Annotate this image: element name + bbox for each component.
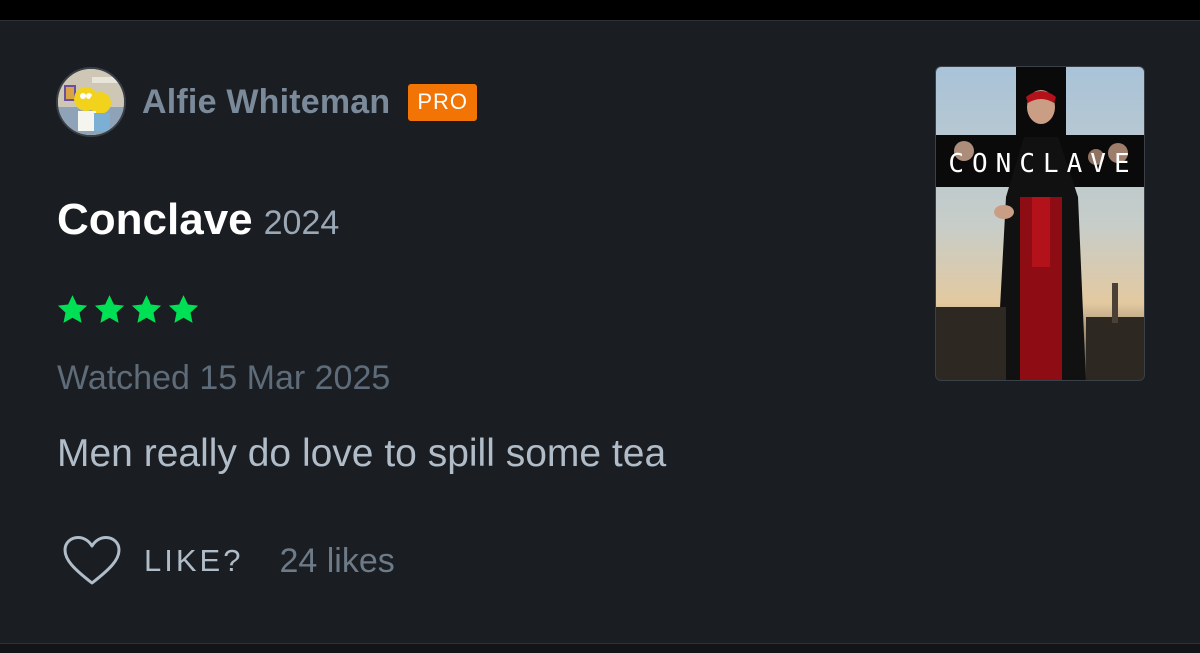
author-row: Alfie Whiteman PRO [56,67,478,137]
star-icon [94,295,125,323]
avatar[interactable] [56,67,126,137]
like-button[interactable]: LIKE? [144,543,243,579]
film-poster[interactable]: CONCLAVE [935,66,1145,381]
star-icon [57,295,88,323]
author-name[interactable]: Alfie Whiteman [142,83,390,122]
like-row: LIKE? 24 likes [62,535,395,587]
pro-badge: PRO [408,83,478,121]
star-icon [131,295,162,323]
likes-count[interactable]: 24 likes [279,542,394,581]
film-year[interactable]: 2024 [264,204,340,243]
heart-icon[interactable] [62,535,122,587]
film-title-row: Conclave 2024 [57,195,339,245]
star-icon [168,295,199,323]
watched-date: Watched 15 Mar 2025 [57,359,391,397]
star-rating [56,293,200,326]
poster-title: CONCLAVE [948,149,1138,179]
bottom-strip [0,644,1200,653]
film-title[interactable]: Conclave [57,195,253,245]
review-card: Alfie Whiteman PRO Conclave 2024 Watched… [0,20,1200,644]
review-text: Men really do love to spill some tea [57,432,667,475]
